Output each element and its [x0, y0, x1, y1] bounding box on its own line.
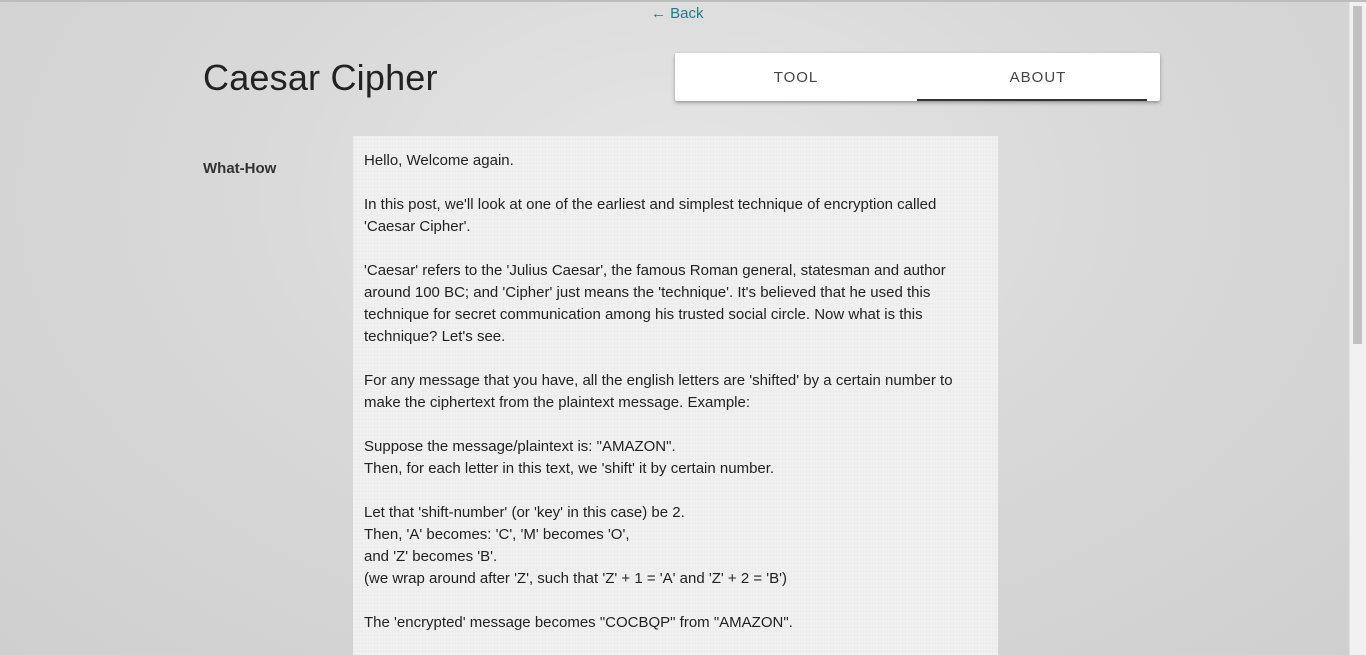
back-link[interactable]: ← Back: [651, 5, 704, 22]
section-label: What-How: [203, 160, 277, 177]
paragraph-shift: Let that 'shift-number' (or 'key' in thi…: [364, 504, 788, 587]
page-scrollbar[interactable]: [1349, 2, 1366, 655]
scrollbar-thumb[interactable]: [1353, 6, 1362, 344]
tab-tool[interactable]: TOOL: [675, 53, 917, 101]
tab-about[interactable]: ABOUT: [917, 53, 1159, 101]
paragraph-intro: In this post, we'll look at one of the e…: [364, 196, 937, 235]
tab-bar: TOOL ABOUT: [675, 53, 1160, 101]
window-top-border: [0, 0, 1366, 2]
paragraph-greeting: Hello, Welcome again.: [364, 152, 514, 169]
about-article: Hello, Welcome again. In this post, we'l…: [353, 136, 998, 655]
page-title: Caesar Cipher: [203, 57, 438, 98]
paragraph-method: For any message that you have, all the e…: [364, 372, 953, 411]
paragraph-example: Suppose the message/plaintext is: "AMAZO…: [364, 438, 775, 477]
paragraph-history: 'Caesar' refers to the 'Julius Caesar', …: [364, 262, 946, 345]
paragraph-result: The 'encrypted' message becomes "COCBQP"…: [364, 614, 793, 631]
